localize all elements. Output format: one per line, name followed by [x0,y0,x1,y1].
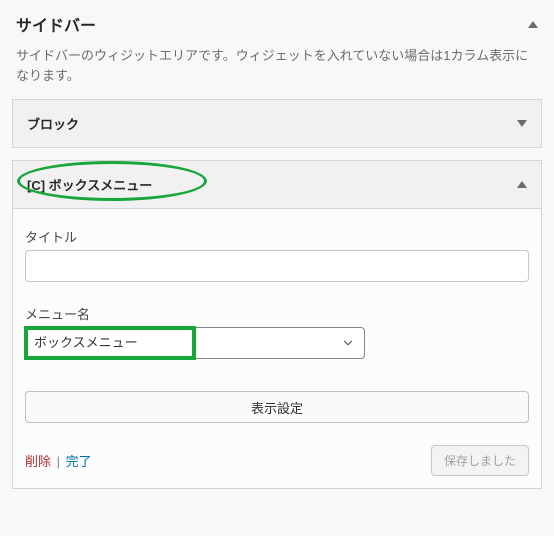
widget-footer: 削除 | 完了 保存しました [25,445,529,476]
widget-area-title: サイドバー [16,12,96,36]
footer-links: 削除 | 完了 [25,451,92,470]
title-input[interactable] [25,250,529,282]
title-label: タイトル [25,227,529,246]
menu-name-label: メニュー名 [25,304,529,323]
field-title: タイトル [25,227,529,282]
field-menu-name: メニュー名 ボックスメニュー [25,304,529,359]
saved-button: 保存しました [431,445,529,476]
collapse-icon [528,21,538,28]
widget-box-menu-title: [C] ボックスメニュー [27,175,152,194]
delete-link[interactable]: 削除 [25,454,51,469]
expand-icon [517,120,527,127]
widget-area-header[interactable]: サイドバー [12,12,542,42]
widget-box-menu-body: タイトル メニュー名 ボックスメニュー 表示設定 削除 | 完了 保存しました [13,208,541,488]
widget-box-menu: [C] ボックスメニュー タイトル メニュー名 ボックスメニュー 表示設定 削除… [12,160,542,489]
widget-block-header[interactable]: ブロック [13,100,541,147]
display-settings-button[interactable]: 表示設定 [25,391,529,423]
done-link[interactable]: 完了 [66,454,92,469]
widget-area-description: サイドバーのウィジットエリアです。ウィジェットを入れていない場合は1カラム表示に… [12,42,542,99]
widget-block: ブロック [12,99,542,148]
collapse-icon [517,181,527,188]
menu-name-select[interactable]: ボックスメニュー [25,327,365,359]
widget-block-title: ブロック [27,114,79,133]
divider: | [57,454,60,469]
widget-box-menu-header[interactable]: [C] ボックスメニュー [13,161,541,208]
